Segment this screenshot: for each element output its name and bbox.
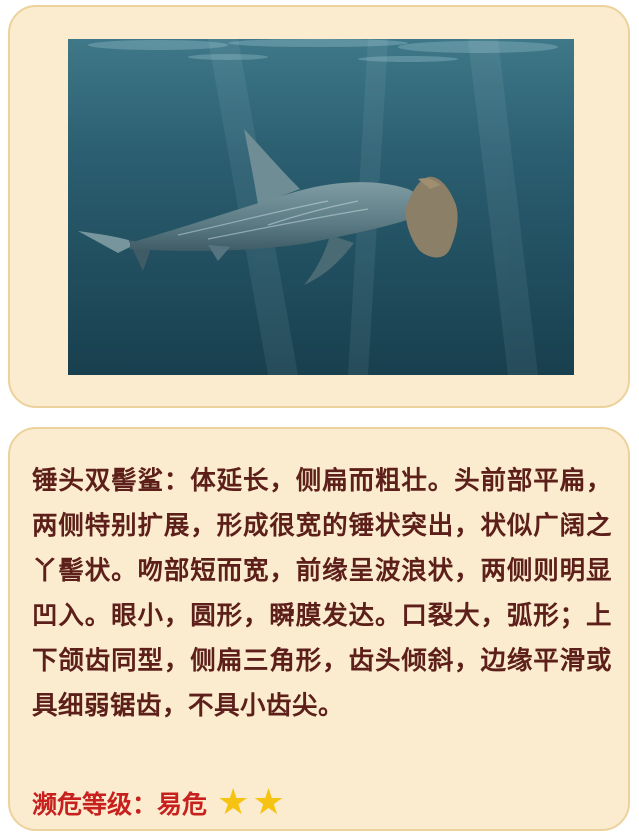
star-icon: ★ <box>252 782 285 823</box>
shark-description: 锤头双髻鲨：体延长，侧扁而粗壮。头前部平扁，两侧特别扩展，形成很宽的锤状突出，状… <box>32 466 612 721</box>
shark-photo <box>68 39 574 375</box>
endangered-status: 濒危等级： 易危 ★ ★ <box>32 785 285 821</box>
star-icon: ★ <box>217 782 250 823</box>
status-label: 濒危等级： <box>32 790 158 819</box>
rating-stars: ★ ★ <box>217 785 285 821</box>
status-value: 易危 <box>157 790 208 819</box>
info-card: 锤头双髻鲨：体延长，侧扁而粗壮。头前部平扁，两侧特别扩展，形成很宽的锤状突出，状… <box>8 427 630 831</box>
hammerhead-shark-image <box>68 39 574 375</box>
photo-card <box>8 5 630 408</box>
